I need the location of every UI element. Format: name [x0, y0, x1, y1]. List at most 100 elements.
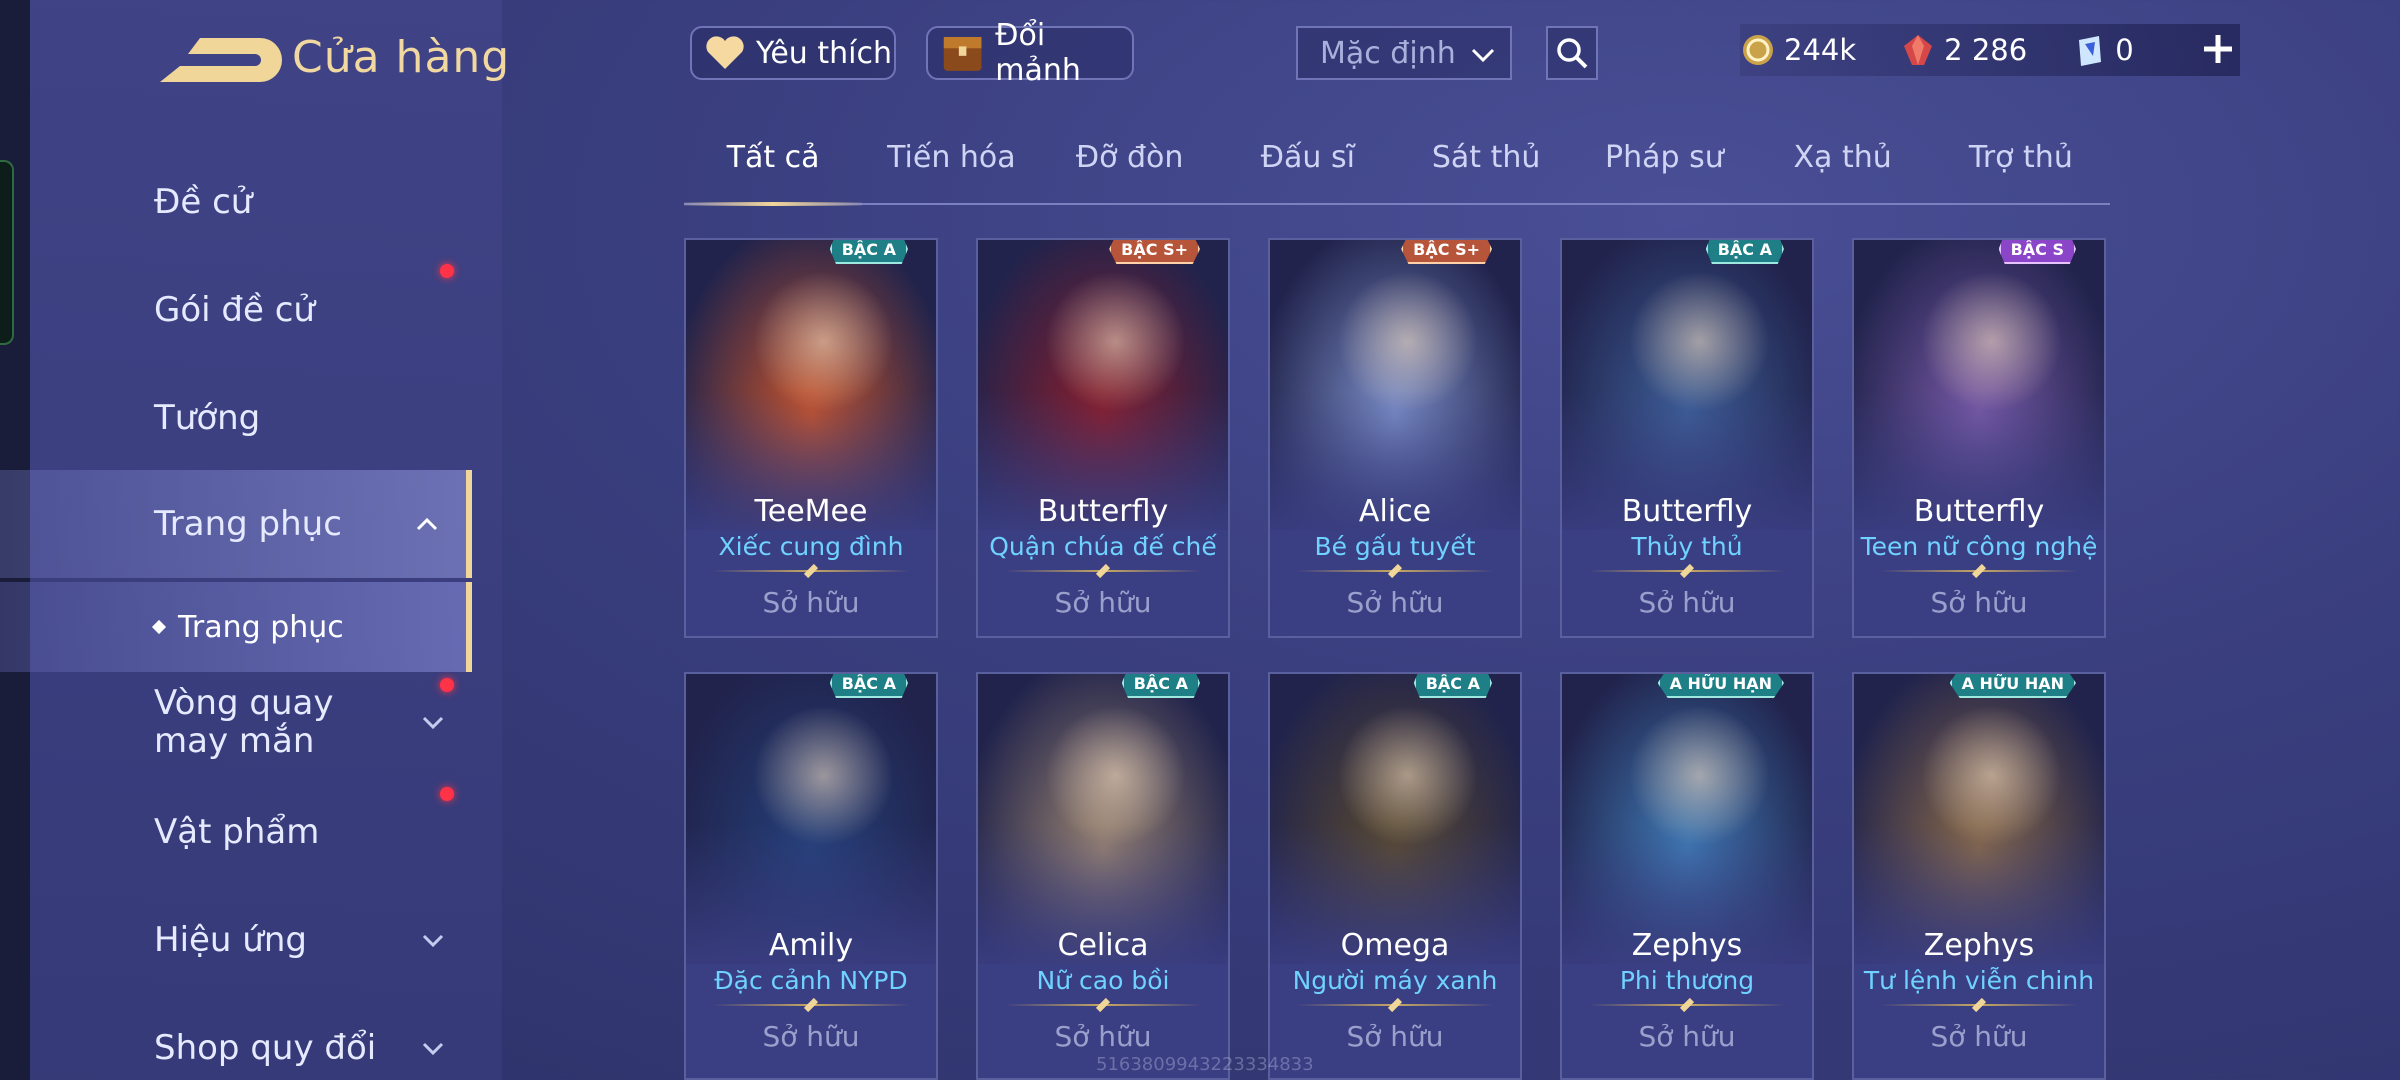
divider [1296, 1004, 1494, 1006]
skin-card[interactable]: BẬC S Butterfly Teen nữ công nghệ Sở hữu [1852, 238, 2106, 638]
back-button[interactable] [150, 30, 285, 90]
skin-card[interactable]: BẬC A TeeMee Xiếc cung đình Sở hữu [684, 238, 938, 638]
skin-name: Quận chúa đế chế [989, 532, 1217, 561]
chest-icon [943, 36, 982, 71]
divider [712, 1004, 910, 1006]
tab-support[interactable]: Trợ thủ [1932, 140, 2110, 203]
sidebar-item-bundles[interactable]: Gói đề cử [0, 260, 472, 360]
add-currency-button[interactable] [2196, 26, 2240, 72]
hero-name: Butterfly [1913, 494, 2045, 529]
divider [1004, 570, 1202, 572]
sidebar-subitem-label: Trang phục [178, 609, 344, 645]
category-tabs: Tất cả Tiến hóa Đỡ đòn Đấu sĩ Sát thủ Ph… [684, 140, 2110, 206]
hero-name: Omega [1340, 928, 1450, 963]
heart-icon [706, 36, 744, 69]
tier-badge: BẬC A [1705, 240, 1784, 264]
skin-card[interactable]: BẬC S+ Butterfly Quận chúa đế chế Sở hữu [976, 238, 1230, 638]
divider [1296, 570, 1494, 572]
skin-name: Người máy xanh [1292, 966, 1498, 995]
tab-fighter[interactable]: Đấu sĩ [1219, 140, 1397, 203]
notification-dot [440, 678, 454, 692]
sidebar-item-heroes[interactable]: Tướng [0, 368, 472, 468]
owned-status: Sở hữu [762, 586, 860, 619]
sidebar-item-label: Vật phẩm [154, 812, 320, 852]
sidebar-item-exchange-shop[interactable]: Shop quy đổi [0, 998, 472, 1080]
skin-card[interactable]: BẬC A Butterfly Thủy thủ Sở hữu [1560, 238, 1814, 638]
sidebar-item-effects[interactable]: Hiệu ứng [0, 890, 472, 990]
owned-status: Sở hữu [1930, 586, 2028, 619]
chevron-down-icon [422, 716, 444, 730]
skin-card[interactable]: BẬC S+ Alice Bé gấu tuyết Sở hữu [1268, 238, 1522, 638]
tab-mage[interactable]: Pháp sư [1575, 140, 1753, 203]
divider [712, 570, 910, 572]
divider [1880, 1004, 2078, 1006]
gold-counter: 244k [1740, 32, 1856, 68]
chevron-down-icon [422, 1042, 444, 1056]
owned-status: Sở hữu [1638, 586, 1736, 619]
skin-card[interactable]: BẬC A Omega Người máy xanh Sở hữu [1268, 672, 1522, 1080]
currency-bar: 244k 2 286 0 [1740, 24, 2240, 76]
sidebar-item-lucky-spin[interactable]: Vòng quay may mắn [0, 676, 472, 768]
skin-card[interactable]: BẬC A Celica Nữ cao bồi Sở hữu [976, 672, 1230, 1080]
watermark: 5163809943223334833 [1096, 1054, 1314, 1075]
owned-status: Sở hữu [1346, 1020, 1444, 1053]
tab-assassin[interactable]: Sát thủ [1397, 140, 1575, 203]
hero-name: Butterfly [1037, 494, 1169, 529]
tab-tank[interactable]: Đỡ đòn [1041, 140, 1219, 203]
voucher-icon [2079, 36, 2102, 66]
search-button[interactable] [1546, 26, 1598, 80]
tier-badge: BẬC A [1413, 674, 1492, 698]
exchange-label: Đổi mảnh [995, 18, 1081, 88]
tab-evolution[interactable]: Tiến hóa [862, 140, 1040, 203]
skin-name: Thủy thủ [1631, 532, 1743, 561]
chevron-down-icon [1471, 48, 1495, 63]
owned-status: Sở hữu [1930, 1020, 2028, 1053]
sort-dropdown[interactable]: Mặc định [1296, 26, 1512, 80]
tier-badge: BẬC S+ [1401, 240, 1492, 264]
sidebar-item-items[interactable]: Vật phẩm [0, 782, 472, 882]
favorite-button[interactable]: Yêu thích [690, 26, 896, 80]
sidebar-item-label: Tướng [154, 398, 261, 438]
hero-name: Zephys [1631, 928, 1743, 963]
tab-all[interactable]: Tất cả [684, 140, 863, 206]
divider [1588, 1004, 1786, 1006]
voucher-counter: 0 [2071, 32, 2134, 68]
chevron-up-icon [416, 517, 438, 531]
skin-card[interactable]: A HỮU HẠN Zephys Tư lệnh viễn chinh Sở hữu [1852, 672, 2106, 1080]
chevron-down-icon [422, 934, 444, 948]
tier-badge: BẬC A [1121, 674, 1200, 698]
gold-amount: 244k [1784, 33, 1857, 67]
sidebar-item-skins[interactable]: Trang phục [0, 470, 472, 578]
skin-card[interactable]: BẬC A Amily Đặc cảnh NYPD Sở hữu [684, 672, 938, 1080]
favorite-label: Yêu thích [756, 35, 892, 71]
skin-name: Bé gấu tuyết [1314, 532, 1476, 561]
page-title: Cửa hàng [292, 32, 511, 83]
sidebar-item-recommended[interactable]: Đề cử [0, 152, 472, 252]
sidebar-item-label: Vòng quay may mắn [154, 683, 334, 761]
owned-status: Sở hữu [1054, 586, 1152, 619]
skin-name: Phi thương [1619, 966, 1755, 995]
bullet-icon [151, 619, 167, 635]
hero-name: Butterfly [1621, 494, 1753, 529]
back-arrow-icon [160, 38, 282, 82]
tab-marksman[interactable]: Xạ thủ [1754, 140, 1932, 203]
skin-name: Teen nữ công nghệ [1860, 532, 2098, 561]
tier-badge: BẬC S [1998, 240, 2076, 264]
tier-badge: A HỮU HẠN [1657, 674, 1784, 698]
gem-counter: 2 286 [1900, 32, 2027, 68]
sidebar-subitem-skins[interactable]: Trang phục [0, 582, 472, 672]
search-icon [1557, 38, 1588, 69]
voucher-amount: 0 [2115, 33, 2134, 67]
skin-name: Tư lệnh viễn chinh [1863, 966, 2095, 995]
sidebar-item-label: Đề cử [154, 182, 253, 222]
owned-status: Sở hữu [1638, 1020, 1736, 1053]
hero-name: Zephys [1923, 928, 2035, 963]
notification-dot [440, 264, 454, 278]
plus-icon [2204, 35, 2232, 63]
skin-card[interactable]: A HỮU HẠN Zephys Phi thương Sở hữu [1560, 672, 1814, 1080]
owned-status: Sở hữu [762, 1020, 860, 1053]
skin-name: Đặc cảnh NYPD [714, 966, 908, 995]
exchange-fragments-button[interactable]: Đổi mảnh [926, 18, 1134, 88]
hero-name: Alice [1358, 494, 1432, 529]
skin-name: Nữ cao bồi [1036, 966, 1170, 995]
